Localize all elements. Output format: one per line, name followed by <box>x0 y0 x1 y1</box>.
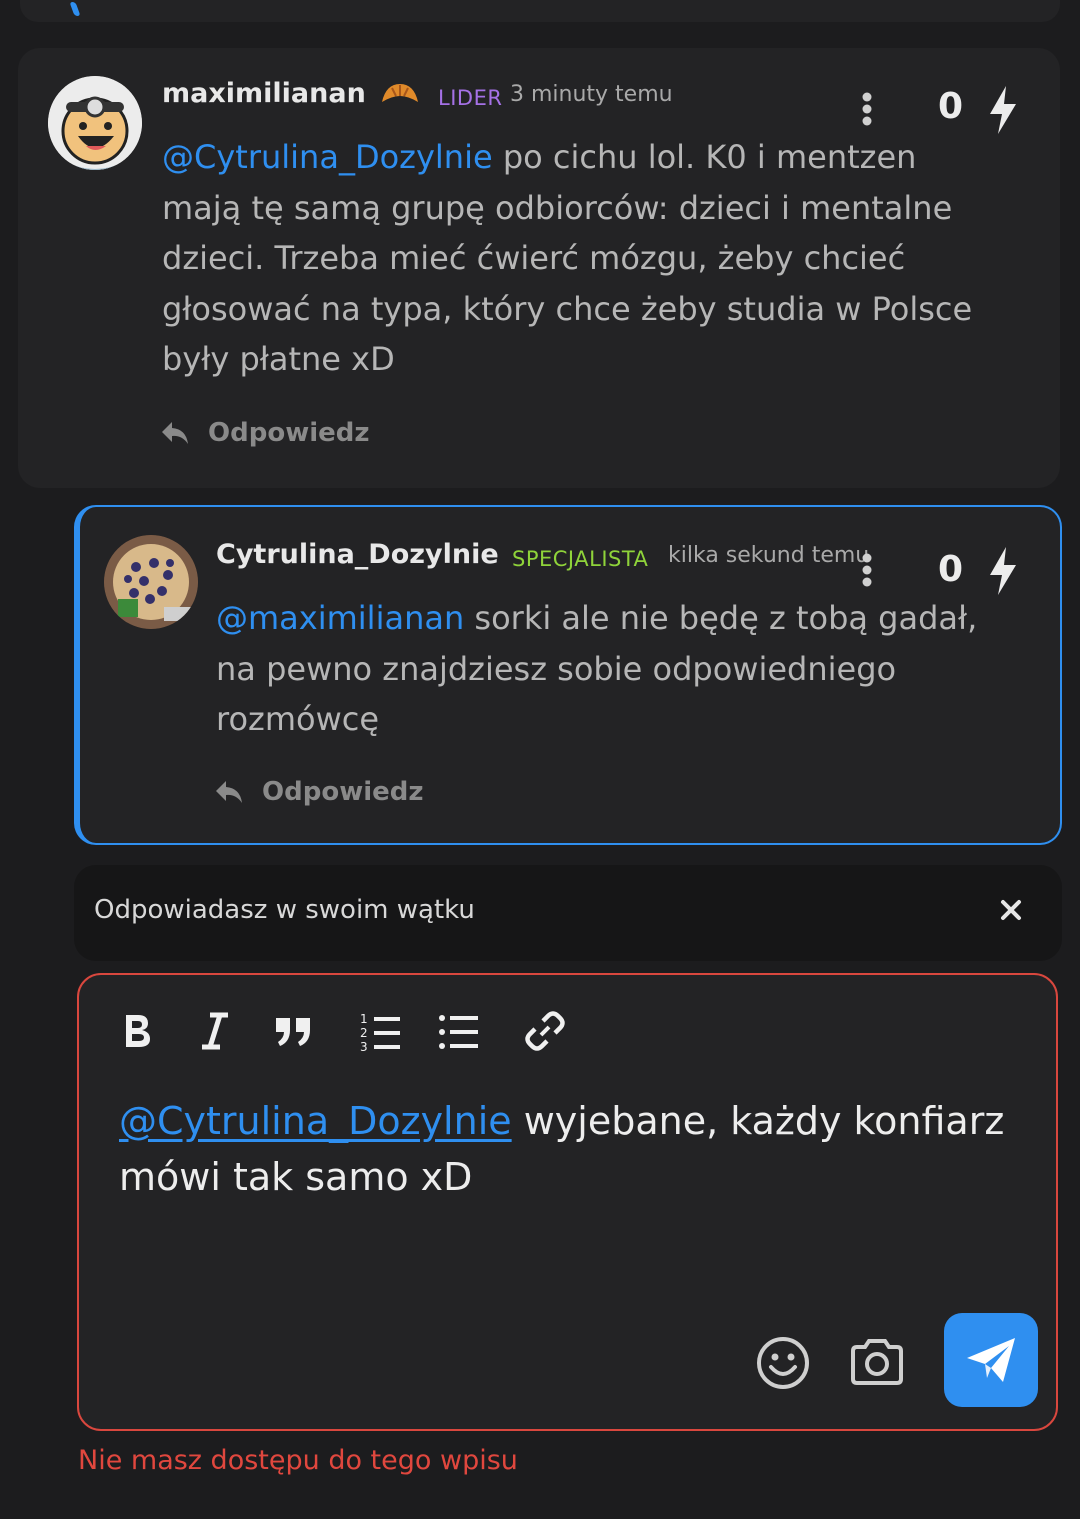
reply-icon <box>216 781 242 803</box>
text-line: po cichu lol. K0 i mentzen <box>492 138 917 176</box>
lightning-vote-icon[interactable] <box>986 545 1020 597</box>
avatar[interactable] <box>104 535 198 629</box>
author-name[interactable]: Cytrulina_Dozylnie <box>216 539 499 570</box>
comment-card-highlighted: Cytrulina_Dozylnie SPECJALISTA kilka sek… <box>74 505 1062 845</box>
reply-button[interactable]: Odpowiedz <box>160 418 370 448</box>
croissant-icon <box>378 80 422 110</box>
text-line: na pewno znajdziesz sobie odpowiedniego <box>216 649 897 688</box>
more-options-icon[interactable] <box>860 553 874 587</box>
close-icon[interactable] <box>1000 899 1022 921</box>
text-line: były płatne xD <box>162 340 395 378</box>
editor-input[interactable]: @Cytrulina_Dozylnie wyjebane, każdy konf… <box>119 1093 1029 1205</box>
camera-icon[interactable] <box>849 1337 905 1387</box>
link-icon <box>525 1011 565 1051</box>
vote-count: 0 <box>938 549 964 590</box>
lightning-vote-icon[interactable] <box>986 84 1020 136</box>
comment-text: @maximilianan sorki ale nie będę z tobą … <box>216 593 1046 745</box>
mention-link[interactable]: @maximilianan <box>216 599 464 637</box>
quote-button[interactable] <box>269 1005 317 1057</box>
ordered-list-button[interactable]: 123 <box>357 1005 405 1057</box>
svg-text:3: 3 <box>360 1040 368 1051</box>
role-label: SPECJALISTA <box>512 547 649 571</box>
ordered-list-icon: 123 <box>360 1012 400 1051</box>
send-button[interactable] <box>944 1313 1038 1407</box>
comment-card: maximilianan LIDER 3 minuty temu 0 @Cytr… <box>18 48 1060 488</box>
timestamp: 3 minuty temu <box>510 82 673 107</box>
author-name[interactable]: maximilianan <box>162 78 366 109</box>
text-line: głosować na typa, który chce żeby studia… <box>162 289 973 328</box>
svg-text:2: 2 <box>360 1026 368 1040</box>
link-button[interactable] <box>521 1005 569 1057</box>
bullet-list-icon <box>439 1015 478 1049</box>
bullet-list-button[interactable] <box>435 1005 483 1057</box>
comment-editor[interactable]: 123 @Cytrulina_Dozylnie wyjebane, każdy … <box>77 973 1058 1431</box>
mention-link[interactable]: @Cytrulina_Dozylnie <box>162 138 493 176</box>
role-label: LIDER <box>438 86 503 110</box>
vote-count: 0 <box>938 86 964 127</box>
timestamp: kilka sekund temu <box>668 543 870 568</box>
reply-context-label: Odpowiadasz w swoim wątku <box>94 895 475 925</box>
svg-text:1: 1 <box>360 1012 368 1026</box>
thread-line <box>69 2 81 16</box>
quote-icon <box>276 1018 310 1046</box>
mention-link[interactable]: @Cytrulina_Dozylnie <box>119 1099 512 1143</box>
error-message: Nie masz dostępu do tego wpisu <box>78 1445 518 1476</box>
reply-button[interactable]: Odpowiedz <box>214 777 424 807</box>
bold-button[interactable] <box>113 1005 161 1057</box>
bold-icon <box>126 1015 150 1047</box>
italic-button[interactable] <box>191 1005 239 1057</box>
emoji-icon[interactable] <box>755 1335 811 1391</box>
text-line: rozmówcę <box>216 700 380 738</box>
send-icon <box>967 1338 1015 1382</box>
text-line: sorki ale nie będę z tobą gadał, <box>464 599 978 637</box>
role-badge: SPECJALISTA <box>512 547 648 571</box>
reply-label: Odpowiedz <box>262 777 424 807</box>
avatar[interactable] <box>48 76 142 170</box>
italic-icon <box>202 1012 228 1050</box>
text-line: mają tę samą grupę odbiorców: dzieci i m… <box>162 188 953 227</box>
reply-context-banner: Odpowiadasz w swoim wątku <box>74 865 1062 961</box>
reply-label: Odpowiedz <box>208 418 370 448</box>
role-badge: LIDER <box>438 86 502 110</box>
reply-icon <box>162 422 188 444</box>
more-options-icon[interactable] <box>860 92 874 126</box>
text-line: dzieci. Trzeba mieć ćwierć mózgu, żeby c… <box>162 239 906 277</box>
previous-comment-edge <box>20 0 1060 22</box>
comment-text: @Cytrulina_Dozylnie po cichu lol. K0 i m… <box>162 132 1042 385</box>
